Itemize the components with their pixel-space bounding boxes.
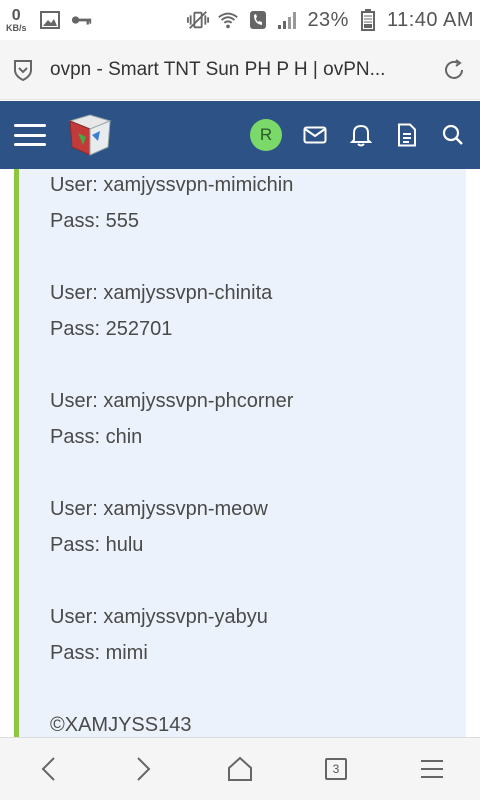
- credentials-list: User: xamjyssvpn-mimichin Pass: 555 User…: [50, 169, 450, 737]
- post-signature: ©XAMJYSS143: [50, 714, 192, 736]
- battery-percent: 23%: [307, 8, 349, 31]
- document-icon[interactable]: [394, 122, 420, 148]
- menu-lines-icon[interactable]: [412, 749, 452, 789]
- credential-pass: Pass: chin: [50, 426, 143, 448]
- user-avatar[interactable]: R: [250, 119, 282, 151]
- browser-bottom-nav: 3: [0, 737, 480, 800]
- image-icon: [39, 9, 61, 31]
- forward-icon[interactable]: [124, 749, 164, 789]
- menu-icon[interactable]: [14, 121, 46, 149]
- battery-icon: [357, 9, 379, 31]
- data-rate-unit: KB/s: [6, 22, 27, 33]
- clock: 11:40 AM: [386, 8, 474, 31]
- data-rate-indicator: 0 KB/s: [6, 6, 27, 33]
- credential-pass: Pass: mimi: [50, 642, 148, 664]
- credential-pass: Pass: hulu: [50, 534, 144, 556]
- home-icon[interactable]: [220, 749, 260, 789]
- data-rate-value: 0: [11, 6, 21, 24]
- quote-block: User: xamjyssvpn-mimichin Pass: 555 User…: [14, 169, 466, 737]
- tabs-button[interactable]: 3: [316, 749, 356, 789]
- signal-icon: [277, 9, 299, 31]
- call-icon: [247, 9, 269, 31]
- search-icon[interactable]: [440, 122, 466, 148]
- credential-user: User: xamjyssvpn-phcorner: [50, 390, 294, 412]
- page-title-url[interactable]: ovpn - Smart TNT Sun PH P H | ovPN...: [50, 59, 432, 81]
- credential-user: User: xamjyssvpn-chinita: [50, 282, 273, 304]
- reload-icon[interactable]: [440, 56, 468, 84]
- mail-icon[interactable]: [302, 122, 328, 148]
- status-bar: 0 KB/s 23% 11:40 AM: [0, 0, 480, 40]
- credential-user: User: xamjyssvpn-meow: [50, 498, 268, 520]
- key-icon: [71, 9, 93, 31]
- tab-count: 3: [325, 758, 347, 780]
- bell-icon[interactable]: [348, 122, 374, 148]
- back-icon[interactable]: [28, 749, 68, 789]
- credential-pass: Pass: 252701: [50, 318, 173, 340]
- address-bar: ovpn - Smart TNT Sun PH P H | ovPN...: [0, 40, 480, 100]
- wifi-icon: [217, 9, 239, 31]
- credential-user: User: xamjyssvpn-mimichin: [50, 174, 294, 196]
- credential-pass: Pass: 555: [50, 210, 139, 232]
- site-header: R: [0, 101, 480, 169]
- credential-user: User: xamjyssvpn-yabyu: [50, 606, 268, 628]
- site-logo[interactable]: [66, 111, 114, 159]
- shield-icon[interactable]: [12, 59, 34, 81]
- post-content: User: xamjyssvpn-mimichin Pass: 555 User…: [0, 169, 480, 737]
- vibrate-icon: [187, 9, 210, 31]
